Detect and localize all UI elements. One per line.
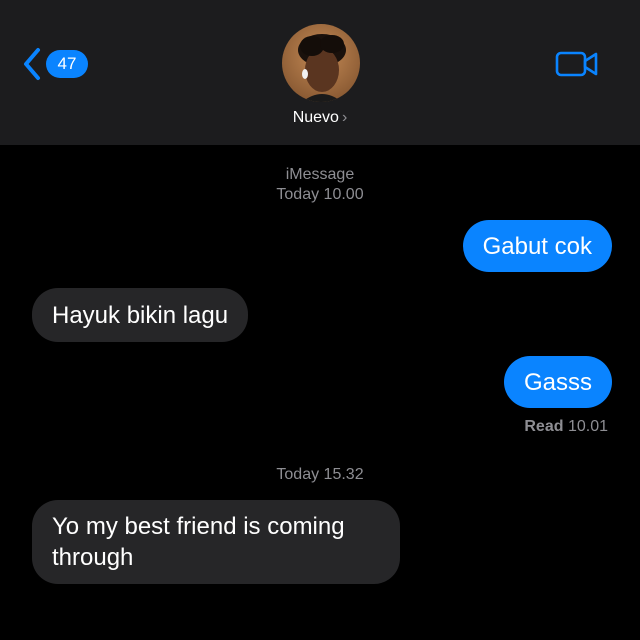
message-bubble-sent[interactable]: Gabut cok xyxy=(462,220,627,273)
service-label: iMessage xyxy=(285,166,355,183)
read-label: Read xyxy=(524,418,564,435)
contact-name: Nuevo xyxy=(292,109,339,126)
timestamp: Today 15.32 xyxy=(276,466,364,483)
messages-screen: 47 Nuevo › iMessage Today 10.00 Gabut co… xyxy=(0,0,640,640)
message-bubble-sent[interactable]: Gasss xyxy=(503,356,627,409)
chevron-right-icon: › xyxy=(341,109,348,126)
contact-name-button[interactable]: Nuevo › xyxy=(0,109,640,127)
back-button[interactable]: 47 xyxy=(22,46,88,82)
avatar-photo xyxy=(282,24,360,102)
conversation-header: 47 Nuevo › xyxy=(0,0,640,145)
chevron-left-icon xyxy=(24,48,40,80)
contact-avatar[interactable] xyxy=(282,24,360,102)
read-receipt: Read 10.01 xyxy=(524,418,608,436)
message-bubble-received[interactable]: Hayuk bikin lagu xyxy=(17,288,249,343)
timestamp: Today 10.00 xyxy=(276,186,364,203)
video-camera-icon xyxy=(555,51,598,77)
video-call-button[interactable] xyxy=(555,48,599,80)
message-bubble-received[interactable]: Yo my best friend is coming through xyxy=(18,500,400,585)
unread-count-badge: 47 xyxy=(46,50,88,78)
read-time: 10.01 xyxy=(567,418,608,435)
